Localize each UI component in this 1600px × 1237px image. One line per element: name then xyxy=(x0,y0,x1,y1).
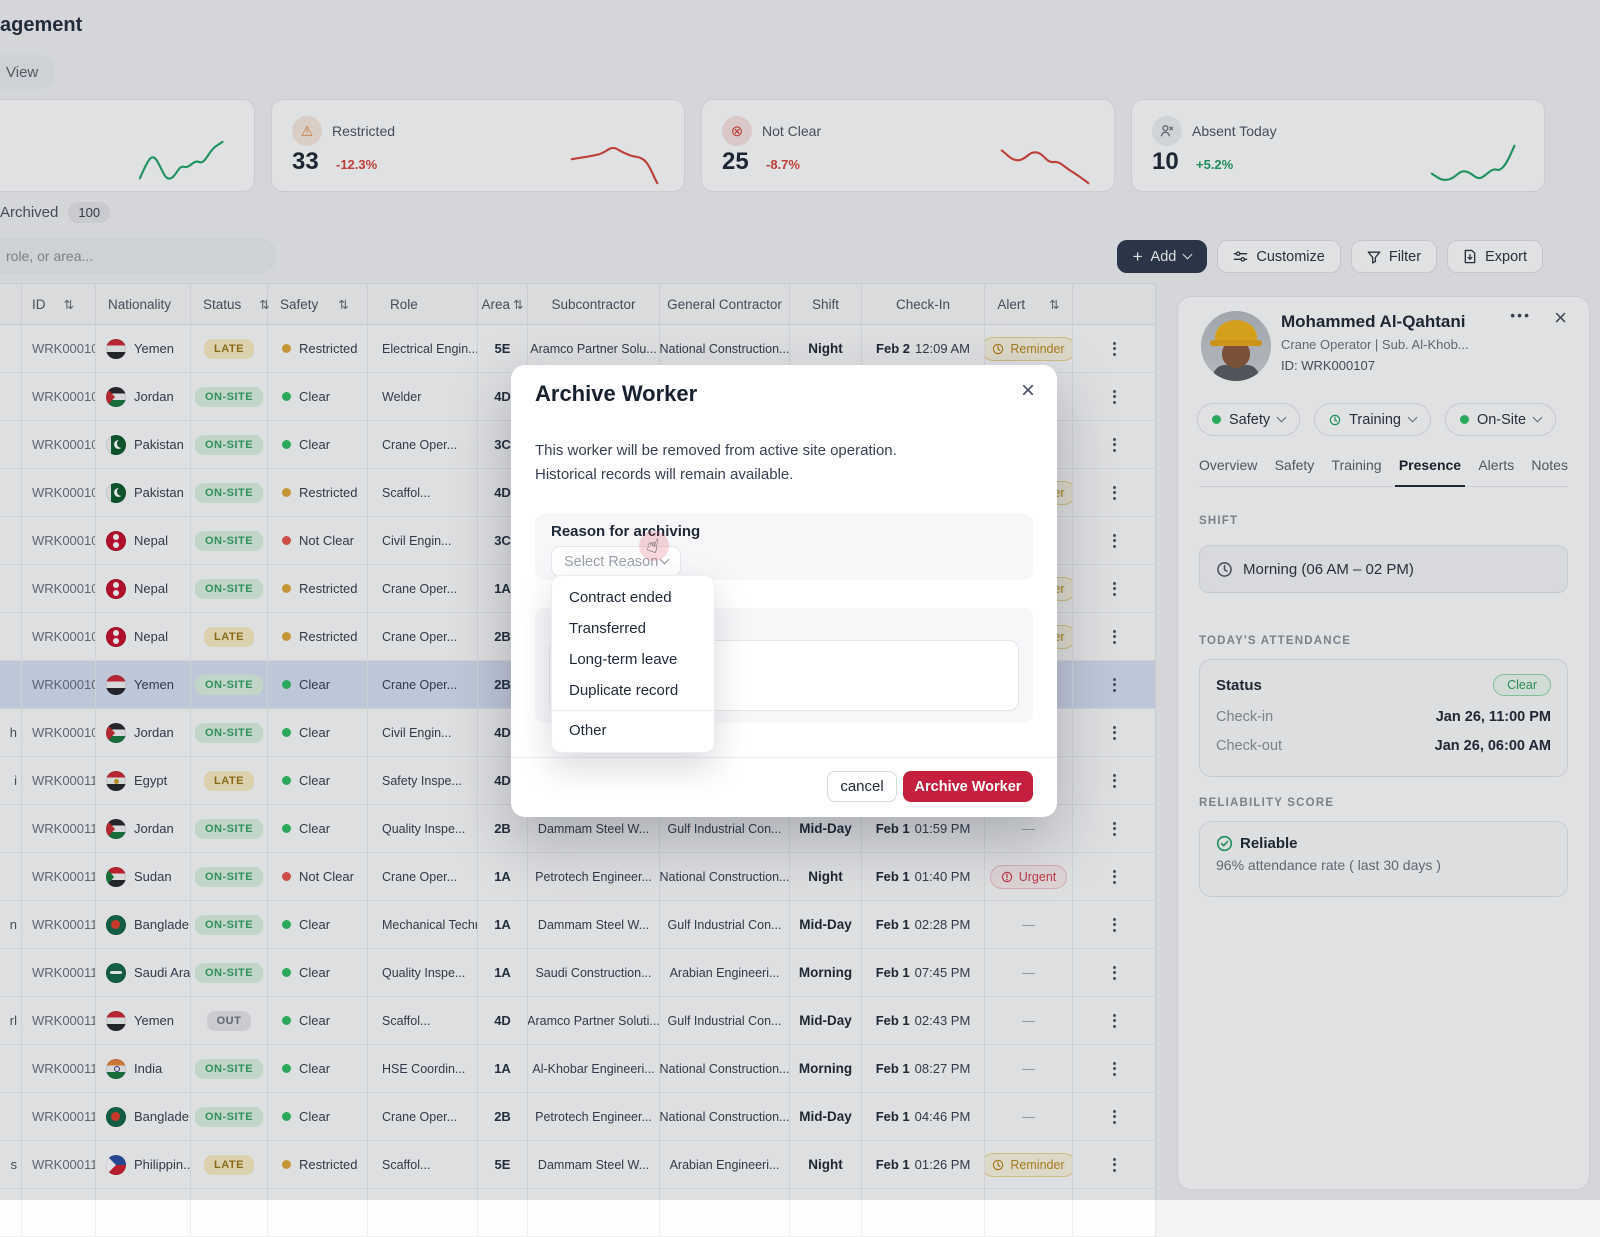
modal-footer-divider xyxy=(511,757,1057,758)
reason-label: Reason for archiving xyxy=(551,523,1017,540)
modal-close-icon[interactable]: × xyxy=(1021,377,1035,405)
dropdown-divider xyxy=(552,710,714,711)
dropdown-option-other[interactable]: Other xyxy=(552,715,714,746)
cancel-button[interactable]: cancel xyxy=(827,771,897,802)
dropdown-option-duplicate-record[interactable]: Duplicate record xyxy=(552,675,714,706)
modal-title: Archive Worker xyxy=(535,381,697,407)
reason-panel: Reason for archiving Select Reason xyxy=(535,513,1033,580)
dropdown-option-long-term-leave[interactable]: Long-term leave xyxy=(552,644,714,675)
modal-body-text: This worker will be removed from active … xyxy=(535,439,897,487)
archive-worker-button[interactable]: Archive Worker xyxy=(903,771,1033,802)
dropdown-option-transferred[interactable]: Transferred xyxy=(552,613,714,644)
dropdown-option-contract-ended[interactable]: Contract ended xyxy=(552,582,714,613)
reason-dropdown-menu: Contract endedTransferredLong-term leave… xyxy=(551,575,715,753)
